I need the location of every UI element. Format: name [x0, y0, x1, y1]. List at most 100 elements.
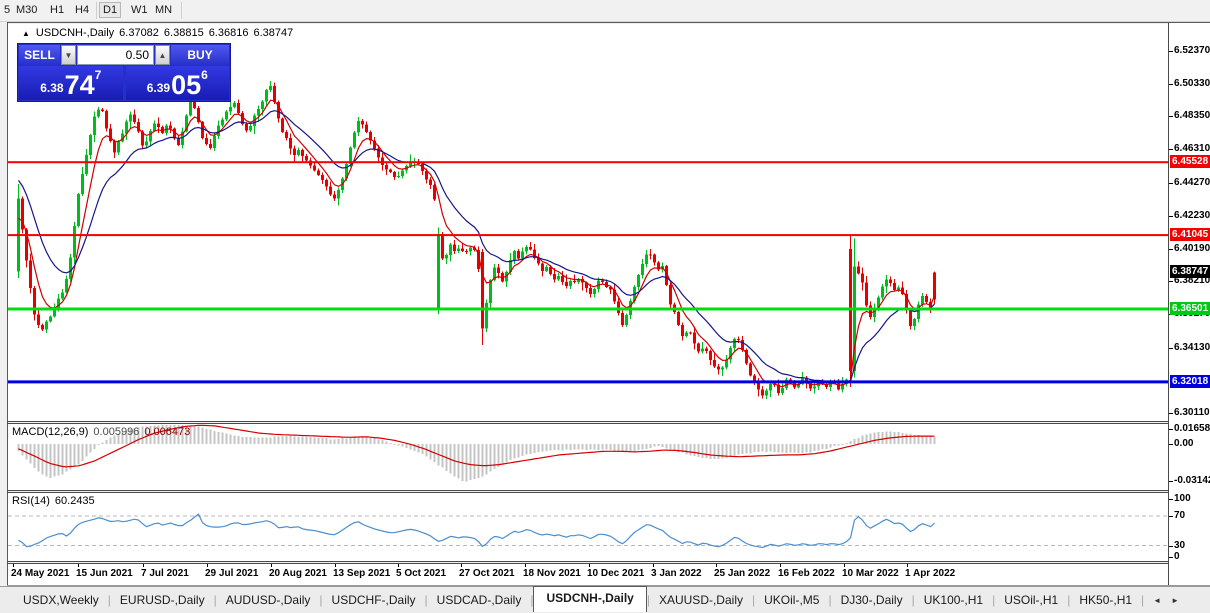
sell-price-main: 74	[65, 72, 95, 99]
buy-price-main: 05	[171, 72, 201, 99]
date-tick-label: 10 Dec 2021	[587, 568, 644, 579]
price-badge: 6.38747	[1170, 265, 1210, 278]
sell-price-panel[interactable]: 6.38 74 7	[19, 66, 123, 100]
chart-symbol: USDCNH-,Daily	[36, 27, 114, 39]
date-tick-label: 27 Oct 2021	[459, 568, 515, 579]
chart-tab-usdchf[interactable]: USDCHF-,Daily	[323, 589, 425, 611]
tab-scroll-right-button[interactable]: ►	[1166, 596, 1184, 605]
buy-button[interactable]: BUY	[171, 45, 229, 65]
date-tick-mark	[143, 564, 144, 567]
collapse-icon[interactable]: ▲	[22, 29, 30, 38]
buy-price-prefix: 6.39	[147, 81, 170, 95]
chart-tab-bar: USDX,Weekly|EURUSD-,Daily|AUDUSD-,Daily|…	[0, 586, 1210, 613]
timeframe-toolbar: 5M30 H1 H4 D1 W1MN	[0, 0, 1210, 22]
date-tick-mark	[335, 564, 336, 567]
toolbar-separator	[96, 2, 97, 19]
rsi-line	[19, 514, 935, 547]
price-tick-mark	[1169, 149, 1173, 150]
price-tick-label: 6.48350	[1174, 110, 1210, 121]
price-tick-label: 6.40190	[1174, 243, 1210, 254]
buy-price-pip: 6	[201, 68, 208, 82]
sell-button[interactable]: SELL	[19, 45, 60, 65]
candles	[17, 81, 936, 399]
toolbar-separator	[181, 2, 182, 19]
macd-value-signal: 0.006473	[144, 426, 190, 438]
date-tick-label: 7 Jul 2021	[141, 568, 189, 579]
rsi-value: 60.2435	[55, 495, 95, 507]
rsi-tick-mark	[1169, 516, 1173, 517]
date-tick-label: 15 Jun 2021	[76, 568, 133, 579]
volume-increase-button[interactable]: ▲	[155, 45, 170, 65]
chart-tab-hk50[interactable]: HK50-,H1	[1070, 589, 1141, 611]
date-tick-mark	[844, 564, 845, 567]
price-badge: 6.41045	[1170, 228, 1210, 241]
rsi-pane[interactable]	[8, 493, 1168, 561]
timeframe-button-h1[interactable]: H1	[47, 3, 67, 17]
timeframe-button-w1[interactable]: W1	[128, 3, 151, 17]
price-badge: 6.32018	[1170, 375, 1210, 388]
price-tick-label: 6.42230	[1174, 210, 1210, 221]
price-tick-mark	[1169, 183, 1173, 184]
buy-price-panel[interactable]: 6.39 05 6	[126, 66, 230, 100]
rsi-name: RSI(14)	[12, 495, 50, 507]
date-tick-label: 3 Jan 2022	[651, 568, 702, 579]
chart-tab-audusd[interactable]: AUDUSD-,Daily	[217, 589, 320, 611]
price-tick-label: 6.30110	[1174, 407, 1210, 418]
chart-tab-xauusd[interactable]: XAUUSD-,Daily	[650, 589, 752, 611]
timeframe-button-m30[interactable]: M30	[13, 3, 40, 17]
volume-input[interactable]: 0.50	[77, 45, 154, 65]
timeframe-button-d1[interactable]: D1	[99, 2, 121, 18]
rsi-tick-mark	[1169, 499, 1173, 500]
tab-scroll-left-button[interactable]: ◄	[1148, 596, 1166, 605]
pane-separator	[7, 423, 1210, 424]
chart-tab-ukoil[interactable]: UKOil-,M5	[755, 589, 828, 611]
price-tick-label: 6.52370	[1174, 45, 1210, 56]
macd-tick-mark	[1169, 444, 1173, 445]
date-tick-mark	[398, 564, 399, 567]
date-tick-label: 25 Jan 2022	[714, 568, 770, 579]
rsi-axis-label: 30	[1174, 540, 1185, 551]
date-tick-mark	[461, 564, 462, 567]
price-tick-mark	[1169, 413, 1173, 414]
price-badge: 6.36501	[1170, 302, 1210, 315]
timeframe-button-h4[interactable]: H4	[72, 3, 92, 17]
horizontal-level-line	[8, 380, 1168, 383]
pane-separator[interactable]	[7, 421, 1210, 422]
chart-tab-usdcnh[interactable]: USDCNH-,Daily	[533, 586, 646, 612]
date-tick-label: 5 Oct 2021	[396, 568, 446, 579]
date-tick-label: 29 Jul 2021	[205, 568, 258, 579]
chart-tab-usdcad[interactable]: USDCAD-,Daily	[428, 589, 531, 611]
ohlc-open: 6.37082	[119, 27, 159, 39]
date-tick-mark	[13, 564, 14, 567]
ma-slow-line	[19, 111, 935, 383]
pane-separator[interactable]	[7, 490, 1210, 491]
rsi-canvas	[8, 493, 1168, 561]
price-tick-mark	[1169, 281, 1173, 282]
macd-value-main: 0.005996	[93, 426, 139, 438]
timeframe-button-partial[interactable]: 5	[1, 3, 13, 17]
chart-tab-eurusd[interactable]: EURUSD-,Daily	[111, 589, 214, 611]
date-tick-label: 13 Sep 2021	[333, 568, 390, 579]
rsi-label: RSI(14) 60.2435	[12, 495, 95, 507]
date-tick-mark	[716, 564, 717, 567]
chart-tab-usoil[interactable]: USOil-,H1	[995, 589, 1067, 611]
rsi-tick-mark	[1169, 557, 1173, 558]
chart-title: ▲USDCNH-,Daily6.370826.388156.368166.387…	[22, 27, 293, 39]
rsi-axis-label: 100	[1174, 493, 1191, 504]
chart-tab-uk100[interactable]: UK100-,H1	[915, 589, 992, 611]
chart-tab-dj30[interactable]: DJ30-,Daily	[832, 589, 912, 611]
volume-decrease-button[interactable]: ▼	[61, 45, 76, 65]
sell-price-prefix: 6.38	[40, 81, 63, 95]
date-tick-mark	[780, 564, 781, 567]
timeframe-button-mn[interactable]: MN	[152, 3, 175, 17]
chart-tab-usdx[interactable]: USDX,Weekly	[14, 589, 108, 611]
price-axis[interactable]: 6.523706.503306.483506.463106.442706.422…	[1168, 23, 1210, 585]
horizontal-level-line	[8, 161, 1168, 163]
ohlc-close: 6.38747	[253, 27, 293, 39]
mt4-window: 5M30 H1 H4 D1 W1MN ▲ USDCNH-,Daily 6.37082 6.38…	[0, 0, 1210, 613]
price-tick-mark	[1169, 348, 1173, 349]
date-tick-label: 24 May 2021	[11, 568, 69, 579]
macd-axis-label: 0.00	[1174, 438, 1193, 449]
macd-label: MACD(12,26,9)0.0059960.006473	[12, 426, 190, 438]
date-axis[interactable]: 24 May 2021 15 Jun 2021 7 Jul 2021 29 Jul 2…	[8, 564, 1168, 585]
